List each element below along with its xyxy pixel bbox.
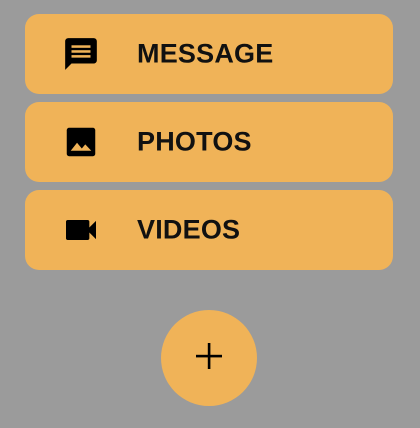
photos-label: PHOTOS xyxy=(137,126,252,157)
speed-dial-screen: MESSAGE PHOTOS VIDEOS xyxy=(0,0,420,428)
message-button[interactable]: MESSAGE xyxy=(25,14,393,94)
add-fab-button[interactable] xyxy=(161,310,257,406)
videos-button[interactable]: VIDEOS xyxy=(25,190,393,270)
videocam-icon xyxy=(61,210,101,250)
plus-icon xyxy=(193,340,225,377)
message-label: MESSAGE xyxy=(137,38,274,69)
message-icon xyxy=(61,34,101,74)
videos-label: VIDEOS xyxy=(137,214,241,245)
photos-button[interactable]: PHOTOS xyxy=(25,102,393,182)
image-icon xyxy=(61,122,101,162)
